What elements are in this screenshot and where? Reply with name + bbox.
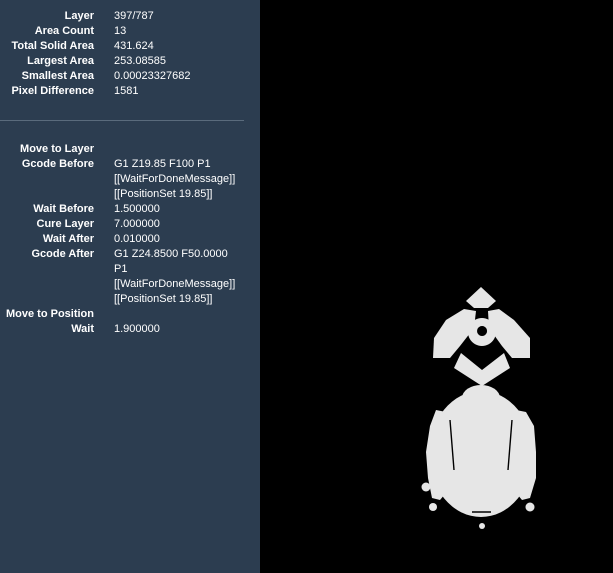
cure-layer-label: Cure Layer (36, 218, 94, 230)
cure-layer-row: Cure Layer 7.000000 (0, 217, 260, 232)
slice-right-lobe (510, 410, 536, 500)
pixel-difference-row: Pixel Difference 1581 (0, 84, 260, 99)
wait-before-label: Wait Before (33, 203, 94, 215)
gcode-before-line: G1 Z19.85 F100 P1 (114, 158, 211, 170)
largest-area-label: Largest Area (27, 55, 94, 67)
gcode-before-row-2: [[WaitForDoneMessage]] (0, 172, 260, 187)
slice-dot (479, 523, 485, 529)
largest-area-row: Largest Area 253.08585 (0, 54, 260, 69)
gcode-after-row-4: [[PositionSet 19.85]] (0, 292, 260, 307)
wait-after-row: Wait After 0.010000 (0, 232, 260, 247)
gcode-before-line: [[PositionSet 19.85]] (114, 188, 213, 200)
gcode-after-line: [[PositionSet 19.85]] (114, 293, 213, 305)
layer-info-panel: Layer 397/787 Area Count 13 Total Solid … (0, 0, 260, 573)
pixel-difference-label: Pixel Difference (11, 85, 94, 97)
slice-tip (466, 287, 496, 308)
wait-row: Wait 1.900000 (0, 322, 260, 337)
gcode-after-label: Gcode After (31, 248, 94, 260)
slice-dot (421, 482, 431, 492)
cure-layer-value: 7.000000 (114, 218, 160, 230)
layer-value: 397/787 (114, 10, 154, 22)
slice-ring (467, 318, 496, 346)
gcode-before-line: [[WaitForDoneMessage]] (114, 173, 236, 185)
wait-after-value: 0.010000 (114, 233, 160, 245)
wait-before-row: Wait Before 1.500000 (0, 202, 260, 217)
area-count-row: Area Count 13 (0, 24, 260, 39)
pixel-difference-value: 1581 (114, 85, 139, 97)
wait-after-label: Wait After (42, 233, 94, 245)
section-divider (0, 120, 244, 121)
gcode-before-row: Gcode Before G1 Z19.85 F100 P1 (0, 157, 260, 172)
gcode-after-row: Gcode After G1 Z24.8500 F50.0000 (0, 247, 260, 262)
layer-preview-viewport[interactable] (260, 0, 613, 573)
move-to-layer-label: Move to Layer (20, 143, 94, 155)
smallest-area-label: Smallest Area (21, 70, 94, 82)
total-solid-area-row: Total Solid Area 431.624 (0, 39, 260, 54)
area-count-label: Area Count (34, 25, 94, 37)
slice-dot (429, 503, 437, 511)
gcode-before-row-3: [[PositionSet 19.85]] (0, 187, 260, 202)
gcode-before-label: Gcode Before (21, 158, 94, 170)
total-solid-area-label: Total Solid Area (11, 40, 94, 52)
area-count-value: 13 (114, 25, 127, 37)
gcode-after-line: [[WaitForDoneMessage]] (114, 278, 236, 290)
slice-dot (525, 502, 535, 512)
slice-chevron (454, 353, 510, 386)
wait-label: Wait (71, 323, 94, 335)
smallest-area-row: Smallest Area 0.00023327682 (0, 69, 260, 84)
layer-row: Layer 397/787 (0, 9, 260, 24)
largest-area-value: 253.08585 (114, 55, 166, 67)
gcode-after-row-2: P1 (0, 262, 260, 277)
gcode-after-row-3: [[WaitForDoneMessage]] (0, 277, 260, 292)
gcode-after-line: G1 Z24.8500 F50.0000 (114, 248, 228, 260)
move-to-position-label: Move to Position (6, 308, 94, 320)
move-to-layer-row: Move to Layer (0, 142, 260, 157)
move-to-position-row: Move to Position (0, 307, 260, 322)
layer-slice-image (421, 287, 536, 529)
total-solid-area-value: 431.624 (114, 40, 154, 52)
layer-label: Layer (64, 10, 94, 22)
gcode-after-line: P1 (114, 263, 128, 275)
smallest-area-value: 0.00023327682 (114, 70, 191, 82)
wait-value: 1.900000 (114, 323, 160, 335)
wait-before-value: 1.500000 (114, 203, 160, 215)
